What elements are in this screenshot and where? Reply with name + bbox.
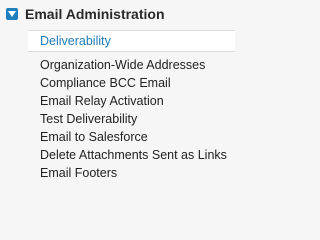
menu-item-test-deliverability[interactable]: Test Deliverability — [40, 112, 227, 130]
email-administration-panel: Email Administration Deliverability Orga… — [0, 0, 235, 203]
menu-item-organization-wide-addresses[interactable]: Organization-Wide Addresses — [40, 58, 227, 76]
menu-item-email-relay-activation[interactable]: Email Relay Activation — [40, 94, 227, 112]
section-title: Email Administration — [25, 6, 165, 22]
triangle-down-icon[interactable] — [6, 8, 18, 20]
section-header[interactable]: Email Administration — [6, 6, 165, 22]
menu-item-email-to-salesforce[interactable]: Email to Salesforce — [40, 130, 227, 148]
menu-item-deliverability[interactable]: Deliverability — [28, 30, 235, 52]
menu-item-delete-attachments-sent-as-links[interactable]: Delete Attachments Sent as Links — [40, 148, 227, 166]
menu-item-compliance-bcc-email[interactable]: Compliance BCC Email — [40, 76, 227, 94]
menu-item-email-footers[interactable]: Email Footers — [40, 166, 227, 184]
menu-item-label: Deliverability — [40, 34, 111, 48]
submenu-list: Organization-Wide Addresses Compliance B… — [40, 58, 227, 184]
